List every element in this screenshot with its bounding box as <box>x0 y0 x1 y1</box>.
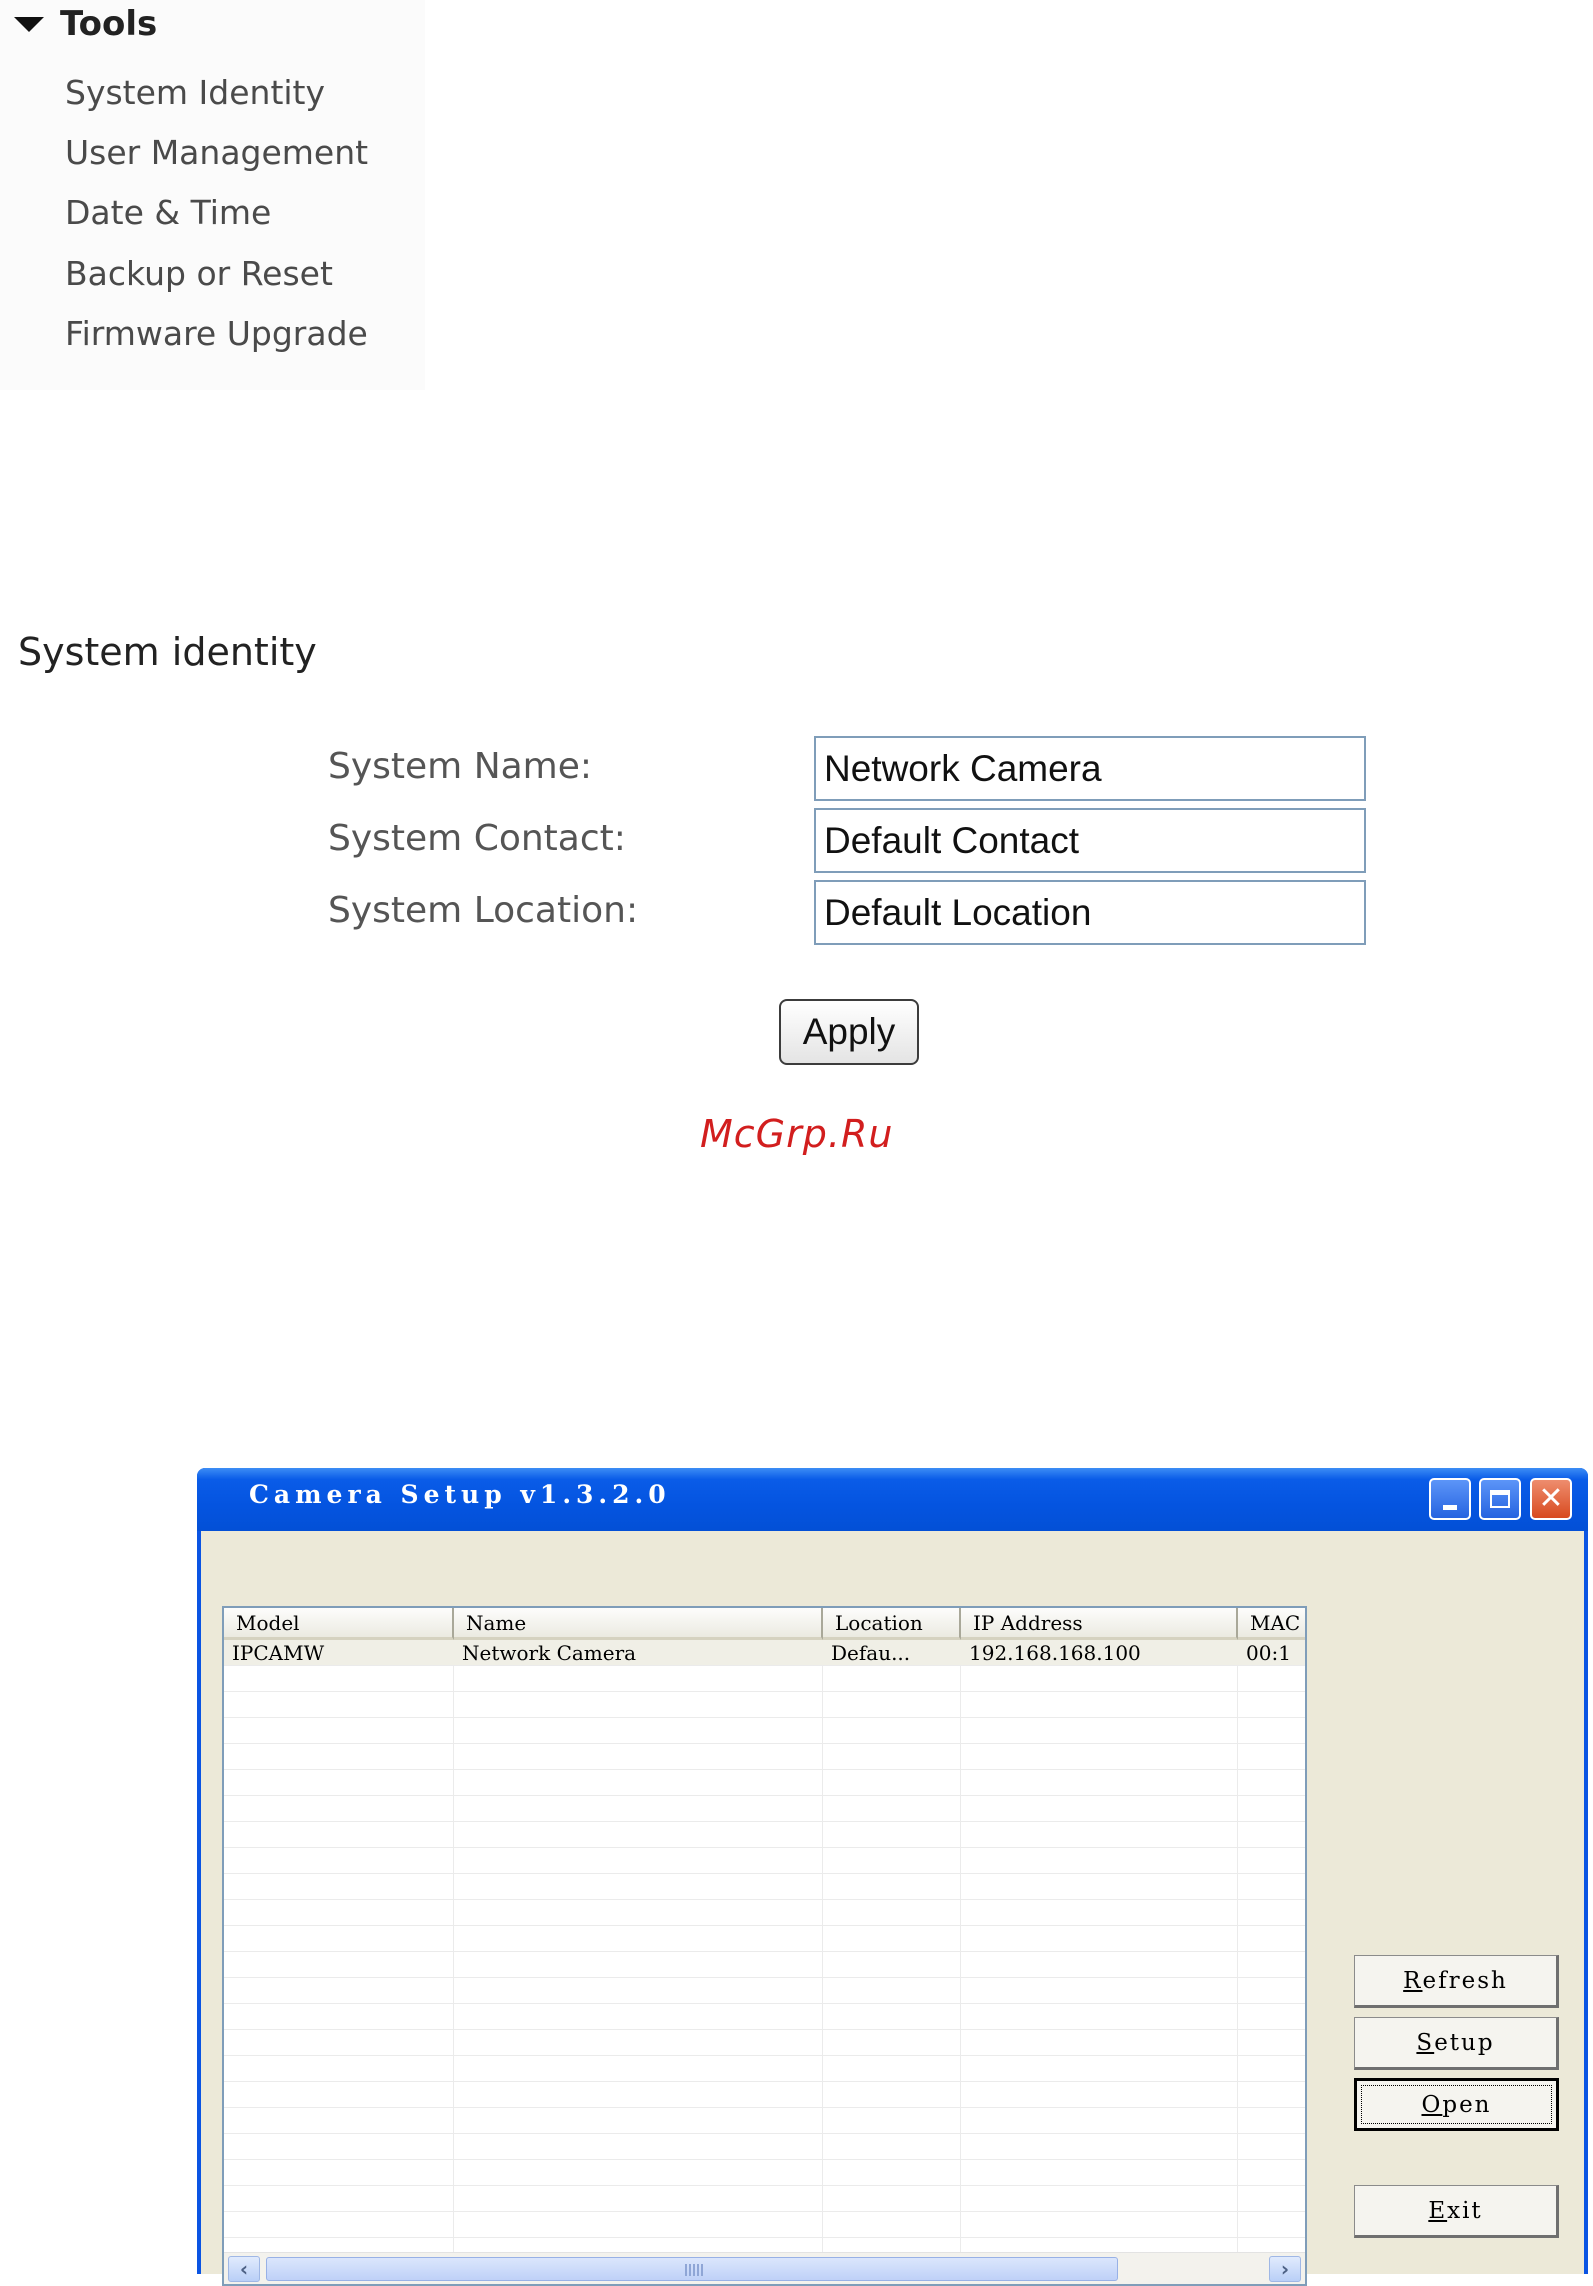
system-name-label: System Name: <box>328 746 593 787</box>
menu-item-user-management[interactable]: User Management <box>65 133 368 172</box>
tools-menu: Tools System Identity User Management Da… <box>0 0 425 390</box>
exit-button-label: Exit <box>1428 2197 1483 2224</box>
page-title: System identity <box>18 630 317 674</box>
empty-row <box>224 1796 1305 1822</box>
column-header-name[interactable]: Name <box>454 1608 823 1640</box>
column-header-ip-address[interactable]: IP Address <box>961 1608 1238 1640</box>
table-row[interactable]: IPCAMW Network Camera Defau... 192.168.1… <box>224 1640 1305 1666</box>
maximize-icon <box>1490 1490 1510 1508</box>
grip-icon <box>685 2264 705 2276</box>
system-name-input[interactable]: Network Camera <box>814 736 1366 801</box>
empty-row <box>224 2160 1305 2186</box>
minimize-button[interactable] <box>1429 1478 1471 1520</box>
triangle-down-icon <box>14 16 44 32</box>
minimize-icon <box>1443 1504 1457 1510</box>
refresh-button-label: Refresh <box>1403 1967 1508 1994</box>
empty-row <box>224 1666 1305 1692</box>
empty-row <box>224 1952 1305 1978</box>
cell-mac: 00:1 <box>1246 1641 1291 1665</box>
window-titlebar[interactable]: Camera Setup v1.3.2.0 ✕ <box>197 1468 1588 1531</box>
horizontal-scrollbar[interactable]: ‹ › <box>224 2252 1305 2284</box>
watermark: McGrp.Ru <box>700 1112 894 1156</box>
cell-model: IPCAMW <box>232 1641 325 1665</box>
empty-row <box>224 1692 1305 1718</box>
empty-row <box>224 2004 1305 2030</box>
setup-button[interactable]: Setup <box>1354 2017 1559 2070</box>
column-header-mac[interactable]: MAC <box>1238 1608 1305 1640</box>
tools-menu-title: Tools <box>60 4 158 44</box>
empty-row <box>224 2108 1305 2134</box>
close-button[interactable]: ✕ <box>1530 1478 1572 1520</box>
empty-row <box>224 2056 1305 2082</box>
scrollbar-thumb[interactable] <box>266 2257 1118 2281</box>
scroll-right-button[interactable]: › <box>1269 2256 1301 2282</box>
empty-row <box>224 1848 1305 1874</box>
system-contact-input[interactable]: Default Contact <box>814 808 1366 873</box>
window-client-area: Model Name Location IP Address MAC IPCAM… <box>201 1531 1584 2286</box>
empty-row <box>224 2212 1305 2238</box>
exit-button[interactable]: Exit <box>1354 2185 1559 2238</box>
empty-row <box>224 1978 1305 2004</box>
empty-row <box>224 1744 1305 1770</box>
scroll-left-button[interactable]: ‹ <box>228 2256 260 2282</box>
list-header: Model Name Location IP Address MAC <box>224 1608 1305 1640</box>
empty-row <box>224 1900 1305 1926</box>
cell-name: Network Camera <box>462 1641 637 1665</box>
camera-setup-window: Camera Setup v1.3.2.0 ✕ Model Name Locat… <box>197 1468 1588 2286</box>
system-location-label: System Location: <box>328 890 639 931</box>
apply-button[interactable]: Apply <box>779 999 919 1065</box>
setup-button-label: Setup <box>1416 2029 1495 2056</box>
maximize-button[interactable] <box>1479 1478 1521 1520</box>
menu-item-date-time[interactable]: Date & Time <box>65 193 271 232</box>
camera-list[interactable]: Model Name Location IP Address MAC IPCAM… <box>222 1606 1307 2286</box>
empty-row <box>224 1718 1305 1744</box>
column-header-model[interactable]: Model <box>224 1608 454 1640</box>
empty-row <box>224 2082 1305 2108</box>
cell-ip-address: 192.168.168.100 <box>969 1641 1141 1665</box>
chevron-left-icon: ‹ <box>239 2257 249 2281</box>
empty-row <box>224 1926 1305 1952</box>
close-icon: ✕ <box>1538 1481 1564 1516</box>
window-title: Camera Setup v1.3.2.0 <box>249 1480 671 1509</box>
menu-item-system-identity[interactable]: System Identity <box>65 73 325 112</box>
empty-row <box>224 2186 1305 2212</box>
system-contact-label: System Contact: <box>328 818 626 859</box>
system-location-input[interactable]: Default Location <box>814 880 1366 945</box>
cell-location: Defau... <box>831 1641 911 1665</box>
menu-item-backup-reset[interactable]: Backup or Reset <box>65 254 333 293</box>
refresh-button[interactable]: Refresh <box>1354 1955 1559 2008</box>
empty-row <box>224 2030 1305 2056</box>
empty-row <box>224 1822 1305 1848</box>
empty-row <box>224 1874 1305 1900</box>
empty-row <box>224 1770 1305 1796</box>
empty-row <box>224 2134 1305 2160</box>
tools-menu-header[interactable]: Tools <box>14 2 157 46</box>
focus-rectangle <box>1361 2085 1552 2124</box>
column-header-location[interactable]: Location <box>823 1608 961 1640</box>
chevron-right-icon: › <box>1280 2257 1290 2281</box>
menu-item-firmware-upgrade[interactable]: Firmware Upgrade <box>65 314 368 353</box>
open-button[interactable]: Open <box>1354 2078 1559 2131</box>
